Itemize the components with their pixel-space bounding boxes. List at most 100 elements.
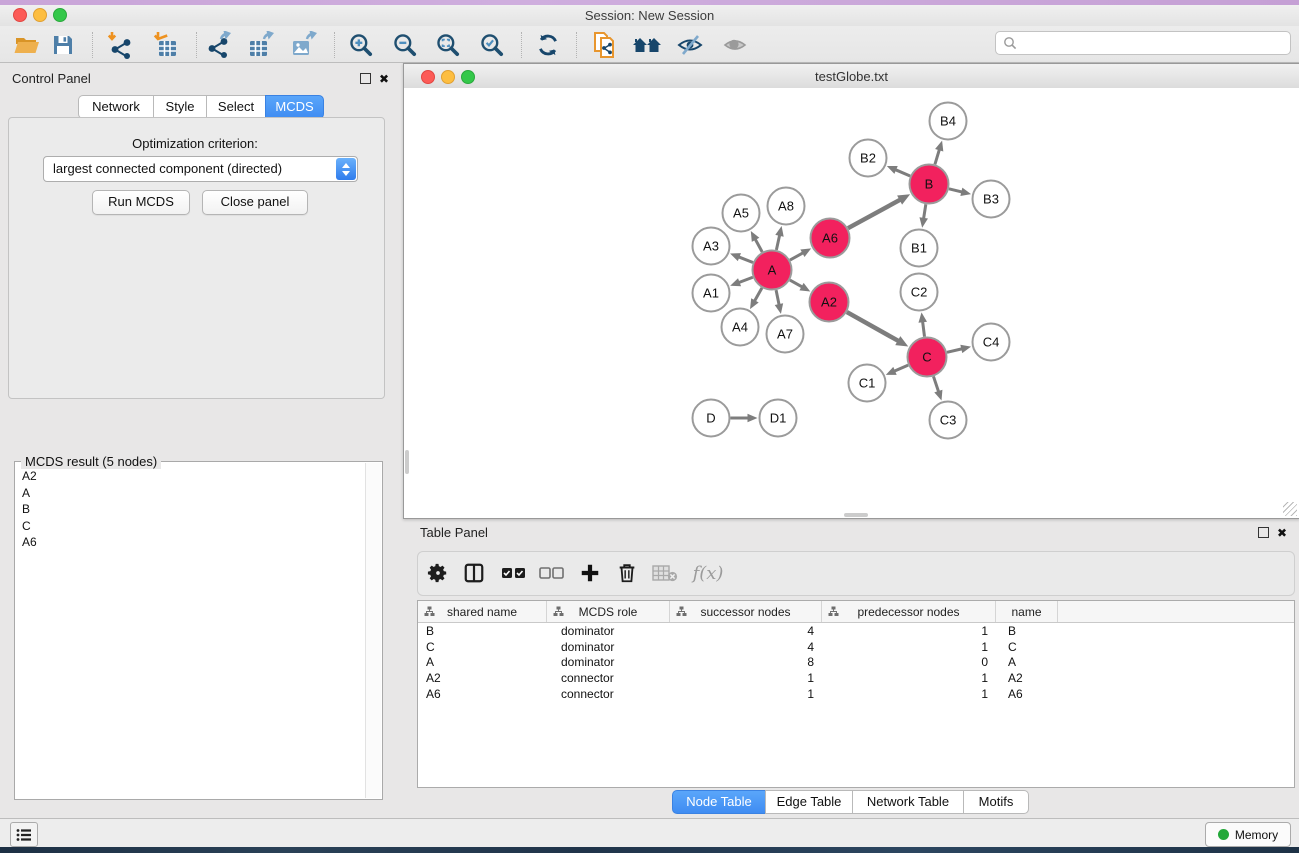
import-network-icon[interactable] (105, 30, 135, 60)
graph-edge-B-B4[interactable] (935, 149, 940, 164)
network-window-titlebar[interactable]: testGlobe.txt (404, 64, 1299, 89)
graph-edge-B-B3[interactable] (949, 189, 962, 192)
graph-node-B2[interactable]: B2 (850, 140, 887, 177)
optimization-criterion-select[interactable]: largest connected component (directed) (43, 156, 358, 182)
mcds-result-item[interactable]: A6 (16, 534, 365, 551)
graph-edge-A-A6[interactable] (790, 253, 803, 260)
apply-layout-icon[interactable] (533, 30, 563, 60)
graph-edge-A-A7[interactable] (776, 290, 779, 305)
function-builder-icon[interactable]: f(x) (686, 558, 730, 588)
graph-edge-A-A5[interactable] (755, 239, 762, 252)
graph-node-C4[interactable]: C4 (973, 324, 1010, 361)
graph-node-B4[interactable]: B4 (930, 103, 967, 140)
search-field[interactable] (995, 31, 1291, 55)
graph-edge-B-B1[interactable] (924, 204, 926, 219)
tab-mcds[interactable]: MCDS (265, 95, 324, 119)
graph-node-A7[interactable]: A7 (767, 316, 804, 353)
import-table-icon[interactable] (150, 30, 180, 60)
memory-button[interactable]: Memory (1205, 822, 1291, 847)
resize-grip-icon[interactable] (1283, 502, 1297, 516)
graph-node-A4[interactable]: A4 (722, 309, 759, 346)
graph-node-C2[interactable]: C2 (901, 274, 938, 311)
column-header-successor-nodes[interactable]: successor nodes (670, 601, 822, 622)
column-header-name[interactable]: name (996, 601, 1058, 622)
network-canvas[interactable]: B4 B2 B B3 A8A5 A6 A3 B1 A A1 C2 A2 A4A7 C4 C C1 D D1 C3 (404, 88, 1299, 518)
table-float-panel-icon[interactable] (1258, 527, 1269, 538)
mcds-result-item[interactable]: A2 (16, 468, 365, 485)
select-all-icon[interactable] (498, 558, 530, 588)
graph-node-A5[interactable]: A5 (723, 195, 760, 232)
mcds-result-item[interactable]: B (16, 501, 365, 518)
tab-node-table[interactable]: Node Table (672, 790, 765, 814)
graph-node-C3[interactable]: C3 (930, 402, 967, 439)
table-row[interactable]: A2connector11A2 (418, 671, 1294, 687)
zoom-fit-icon[interactable] (433, 30, 463, 60)
run-mcds-button[interactable]: Run MCDS (92, 190, 190, 215)
export-image-icon[interactable] (289, 30, 319, 60)
export-table-icon[interactable] (246, 30, 276, 60)
search-input[interactable] (1017, 36, 1290, 50)
result-scrollbar[interactable] (365, 463, 381, 798)
graph-edge-A-A1[interactable] (739, 277, 753, 282)
tab-style[interactable]: Style (153, 95, 206, 119)
hide-graphics-details-icon[interactable] (675, 30, 705, 60)
graph-node-A3[interactable]: A3 (693, 228, 730, 265)
table-settings-icon[interactable] (422, 558, 454, 588)
graph-node-A6[interactable]: A6 (811, 219, 850, 258)
zoom-in-icon[interactable] (346, 30, 376, 60)
graph-edge-C-C4[interactable] (947, 349, 962, 353)
graph-edge-B-B2[interactable] (895, 170, 910, 176)
graph-node-A2[interactable]: A2 (810, 283, 849, 322)
show-graphics-icon[interactable] (720, 30, 750, 60)
tab-motifs[interactable]: Motifs (963, 790, 1029, 814)
home-icon[interactable] (632, 30, 662, 60)
graph-node-D1[interactable]: D1 (760, 400, 797, 437)
graph-edge-C-C1[interactable] (894, 365, 908, 371)
close-panel-button[interactable]: Close panel (202, 190, 308, 215)
column-header-predecessor-nodes[interactable]: predecessor nodes (822, 601, 996, 622)
graph-edge-A-A8[interactable] (776, 235, 779, 250)
graph-edge-C-C3[interactable] (933, 376, 938, 392)
graph-node-B3[interactable]: B3 (973, 181, 1010, 218)
column-header-MCDS-role[interactable]: MCDS role (547, 601, 670, 622)
graph-node-C1[interactable]: C1 (849, 365, 886, 402)
delete-table-icon[interactable] (649, 558, 681, 588)
mcds-result-item[interactable]: C (16, 518, 365, 535)
mcds-result-list[interactable]: A2ABCA6 (16, 468, 365, 798)
graph-node-A1[interactable]: A1 (693, 275, 730, 312)
mcds-result-item[interactable]: A (16, 485, 365, 502)
graph-node-A8[interactable]: A8 (768, 188, 805, 225)
graph-node-C[interactable]: C (908, 338, 947, 377)
deselect-all-icon[interactable] (536, 558, 568, 588)
tab-network[interactable]: Network (78, 95, 153, 119)
export-network-icon[interactable] (204, 30, 234, 60)
table-close-panel-icon[interactable]: ✖ (1277, 528, 1287, 538)
zoom-out-icon[interactable] (390, 30, 420, 60)
tab-network-table[interactable]: Network Table (852, 790, 963, 814)
graph-node-A[interactable]: A (753, 251, 792, 290)
graph-node-D[interactable]: D (693, 400, 730, 437)
column-header-shared-name[interactable]: shared name (418, 601, 547, 622)
canvas-vscroll-mark[interactable] (405, 450, 409, 474)
graph-node-B1[interactable]: B1 (901, 230, 938, 267)
graph-edge-A2-C[interactable] (847, 312, 899, 341)
zoom-selected-icon[interactable] (477, 30, 507, 60)
add-column-icon[interactable] (574, 558, 606, 588)
task-history-button[interactable] (10, 822, 38, 847)
table-row[interactable]: Adominator80A (418, 655, 1294, 671)
graph-edge-A6-B[interactable] (848, 200, 900, 229)
graph-edge-A-A4[interactable] (754, 288, 762, 301)
network-from-selection-icon[interactable] (590, 30, 620, 60)
graph-edge-A-A3[interactable] (738, 257, 752, 263)
graph-node-B[interactable]: B (910, 165, 949, 204)
tab-edge-table[interactable]: Edge Table (765, 790, 852, 814)
float-panel-icon[interactable] (360, 73, 371, 84)
column-browser-icon[interactable] (458, 558, 490, 588)
table-row[interactable]: Cdominator41C (418, 640, 1294, 656)
save-session-icon[interactable] (48, 30, 78, 60)
open-file-icon[interactable] (12, 30, 42, 60)
canvas-hscroll-mark[interactable] (844, 513, 868, 517)
graph-edge-A-A2[interactable] (790, 280, 803, 287)
delete-column-icon[interactable] (611, 558, 643, 588)
table-row[interactable]: Bdominator41B (418, 624, 1294, 640)
